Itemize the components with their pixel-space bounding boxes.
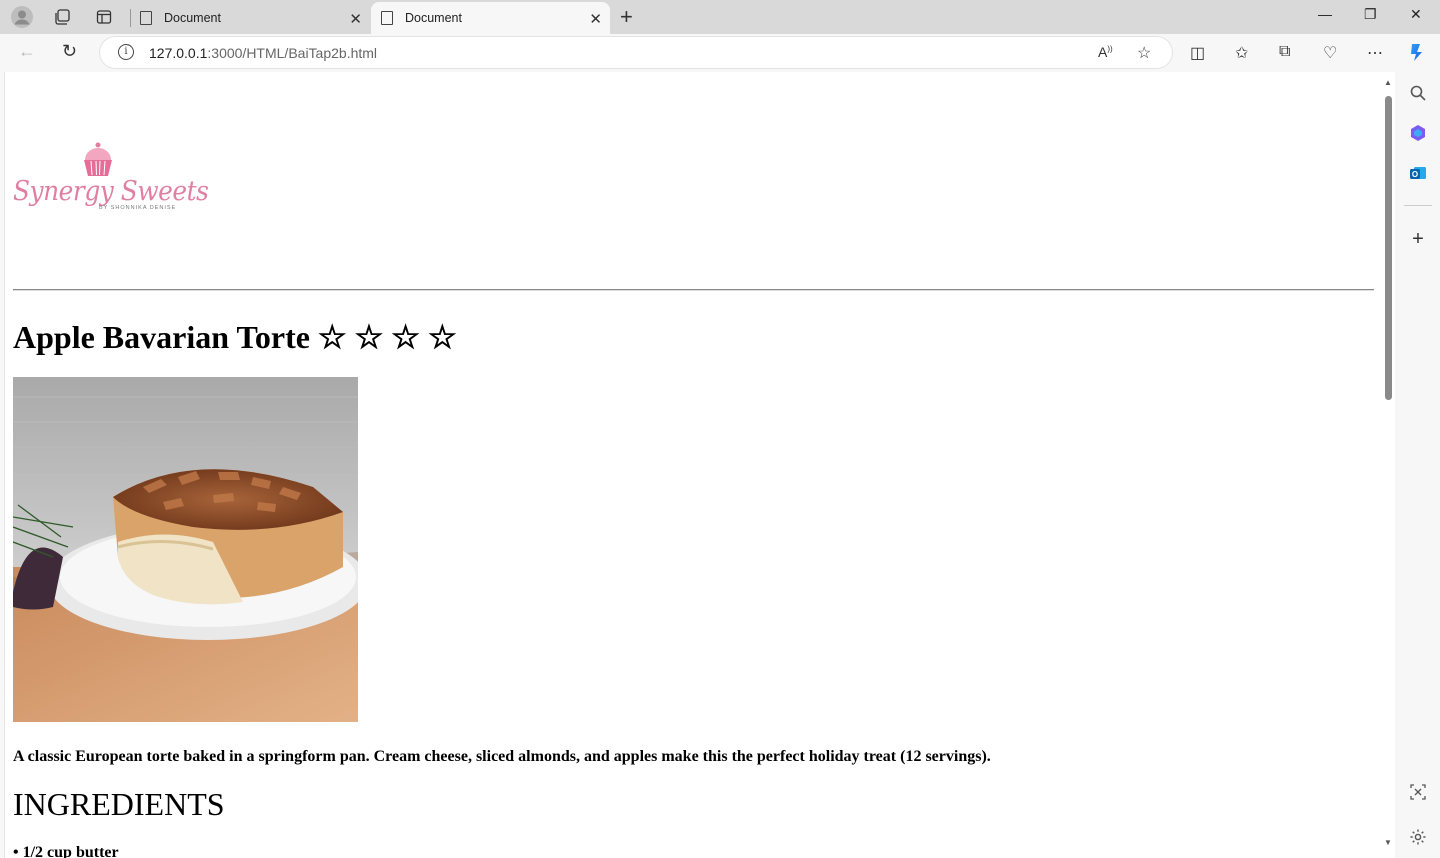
add-sidebar-app-icon[interactable]: +: [1408, 228, 1428, 250]
logo-tagline: BY SHONNIKA DENISE: [99, 205, 177, 211]
document-icon: [381, 11, 393, 25]
profile-icon[interactable]: [10, 5, 34, 29]
tab-document-2[interactable]: Document ✕: [371, 2, 610, 34]
refresh-button[interactable]: ↻: [62, 41, 77, 62]
tab-bar: Document ✕ Document ✕ + — ❐ ✕: [0, 0, 1440, 34]
split-screen-icon[interactable]: ◫: [1190, 43, 1205, 63]
document-icon: [140, 11, 152, 25]
back-button[interactable]: ←: [18, 41, 36, 62]
tab-document-1[interactable]: Document ✕: [130, 2, 370, 34]
browser-essentials-icon[interactable]: ♡: [1323, 43, 1337, 63]
cupcake-icon: [84, 142, 112, 176]
synergy-sweets-logo[interactable]: Synergy Sweets BY SHONNIKA DENISE: [13, 142, 209, 216]
copilot-icon[interactable]: [1406, 41, 1428, 68]
new-tab-button[interactable]: +: [620, 4, 633, 30]
tab-title: Document: [164, 11, 221, 25]
favorite-star-icon[interactable]: ☆: [1137, 43, 1151, 63]
restore-button[interactable]: ❐: [1364, 6, 1377, 23]
url-text[interactable]: 127.0.0.1:3000/HTML/BaiTap2b.html: [149, 45, 377, 61]
screenshot-icon[interactable]: [1408, 783, 1428, 803]
minimize-button[interactable]: —: [1318, 6, 1332, 22]
ingredient-item: • 1/2 cup butter: [13, 844, 119, 858]
url-host: 127.0.0.1: [149, 45, 208, 61]
url-path: :3000/HTML/BaiTap2b.html: [207, 45, 378, 61]
office-icon[interactable]: [1408, 124, 1428, 144]
site-info-icon[interactable]: i: [118, 44, 134, 60]
recipe-description: A classic European torte baked in a spri…: [13, 748, 991, 765]
recipe-title: Apple Bavarian Torte ☆ ☆ ☆ ☆: [13, 319, 457, 355]
scroll-down-arrow-icon[interactable]: ▼: [1384, 838, 1392, 847]
edge-sidebar: O +: [1396, 72, 1440, 858]
scrollbar-thumb[interactable]: [1385, 96, 1392, 400]
tab-actions-icon[interactable]: [92, 5, 116, 29]
close-tab-icon[interactable]: ✕: [589, 10, 602, 28]
tab-title: Document: [405, 11, 462, 25]
search-icon[interactable]: [1408, 84, 1428, 104]
more-options-icon[interactable]: ⋯: [1367, 43, 1383, 63]
svg-text:O: O: [1412, 170, 1418, 179]
divider: [13, 289, 1374, 291]
page-viewport: Synergy Sweets BY SHONNIKA DENISE Apple …: [4, 72, 1384, 858]
sidebar-divider: [1404, 205, 1432, 206]
collections-icon[interactable]: ⧉: [1279, 43, 1290, 61]
ingredients-heading: INGREDIENTS: [13, 786, 225, 822]
settings-gear-icon[interactable]: [1408, 828, 1428, 848]
scroll-up-arrow-icon[interactable]: ▲: [1384, 78, 1392, 87]
logo-wordmark: Synergy Sweets: [13, 176, 209, 207]
favorites-icon[interactable]: ✩: [1235, 43, 1248, 63]
address-bar[interactable]: i 127.0.0.1:3000/HTML/BaiTap2b.html A)) …: [100, 37, 1172, 68]
address-toolbar: ← ↻ i 127.0.0.1:3000/HTML/BaiTap2b.html …: [0, 34, 1440, 72]
vertical-scrollbar[interactable]: ▲ ▼: [1383, 72, 1395, 858]
close-tab-icon[interactable]: ✕: [349, 10, 362, 28]
close-window-button[interactable]: ✕: [1410, 6, 1422, 23]
read-aloud-icon[interactable]: A)): [1098, 44, 1113, 60]
torte-photo: [13, 377, 358, 722]
workspaces-icon[interactable]: [50, 5, 74, 29]
outlook-icon[interactable]: O: [1408, 164, 1428, 184]
